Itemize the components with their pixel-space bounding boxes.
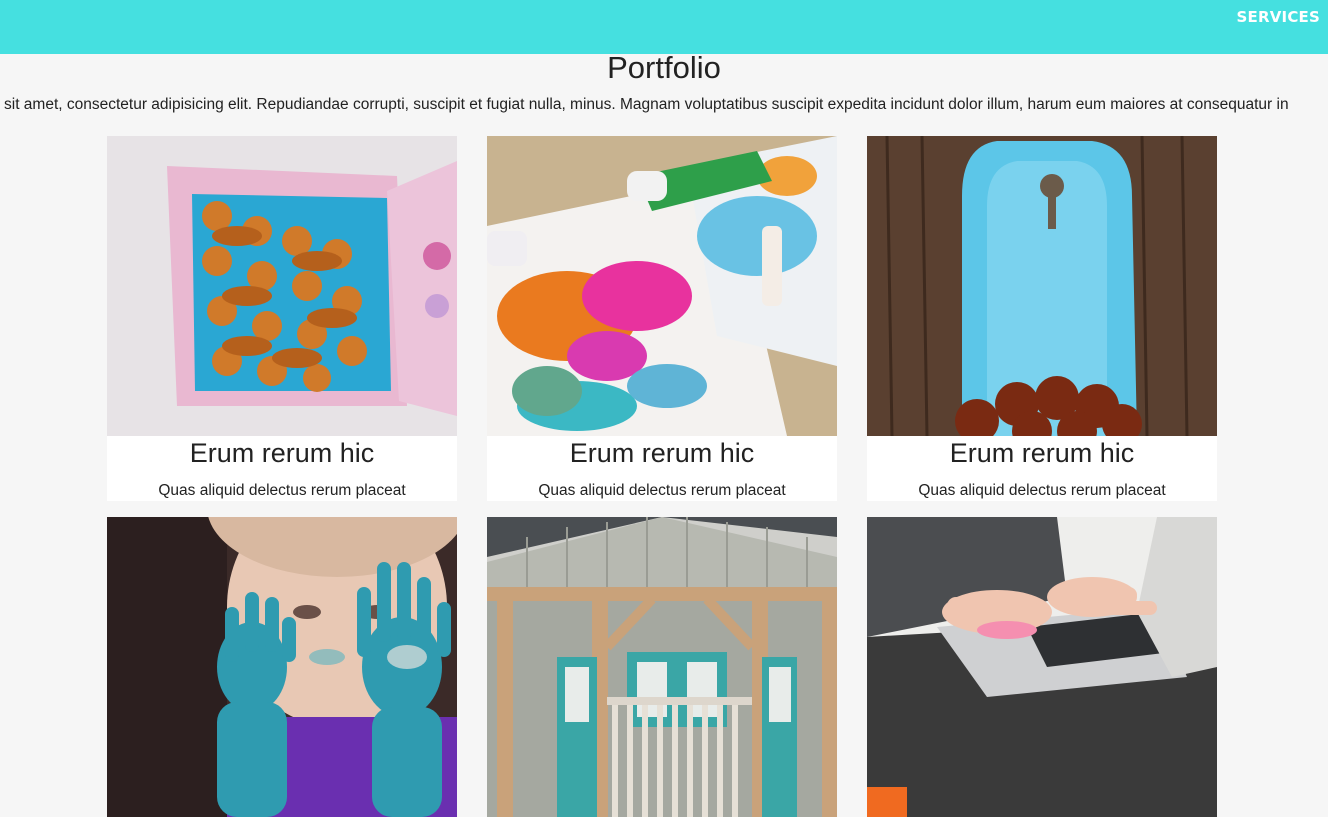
portfolio-card[interactable]: Erum rerum hic Quas aliquid delectus rer…: [867, 136, 1217, 501]
portfolio-card-title: Erum rerum hic: [569, 438, 755, 468]
portfolio-image-wooden-house-porch: [487, 517, 837, 817]
nav-link-services[interactable]: SERVICES: [1237, 8, 1320, 26]
portfolio-card-caption: Erum rerum hic Quas aliquid delectus rer…: [487, 436, 837, 501]
portfolio-image-blue-fountain: [867, 136, 1217, 436]
portfolio-image-paint-splatter: [487, 136, 837, 436]
portfolio-card-subtitle: Quas aliquid delectus rerum placeat: [538, 482, 786, 499]
portfolio-image-gingerbread-cookies: [107, 136, 457, 436]
portfolio-card-subtitle: Quas aliquid delectus rerum placeat: [918, 482, 1166, 499]
portfolio-card[interactable]: [487, 517, 837, 817]
top-navbar: SERVICES: [0, 0, 1328, 54]
portfolio-image-laptop-typing: [867, 517, 1217, 817]
portfolio-card-caption: Erum rerum hic Quas aliquid delectus rer…: [867, 436, 1217, 501]
portfolio-image-child-painted-hands: [107, 517, 457, 817]
portfolio-card-title: Erum rerum hic: [189, 438, 375, 468]
portfolio-card[interactable]: [107, 517, 457, 817]
section-title: Portfolio: [607, 50, 721, 85]
portfolio-card[interactable]: Erum rerum hic Quas aliquid delectus rer…: [487, 136, 837, 501]
section-intro-text: sit amet, consectetur adipisicing elit. …: [4, 96, 1289, 113]
portfolio-card-title: Erum rerum hic: [949, 438, 1135, 468]
portfolio-card[interactable]: Erum rerum hic Quas aliquid delectus rer…: [107, 136, 457, 501]
portfolio-card-subtitle: Quas aliquid delectus rerum placeat: [158, 482, 406, 499]
portfolio-card[interactable]: [867, 517, 1217, 817]
portfolio-card-caption: Erum rerum hic Quas aliquid delectus rer…: [107, 436, 457, 501]
